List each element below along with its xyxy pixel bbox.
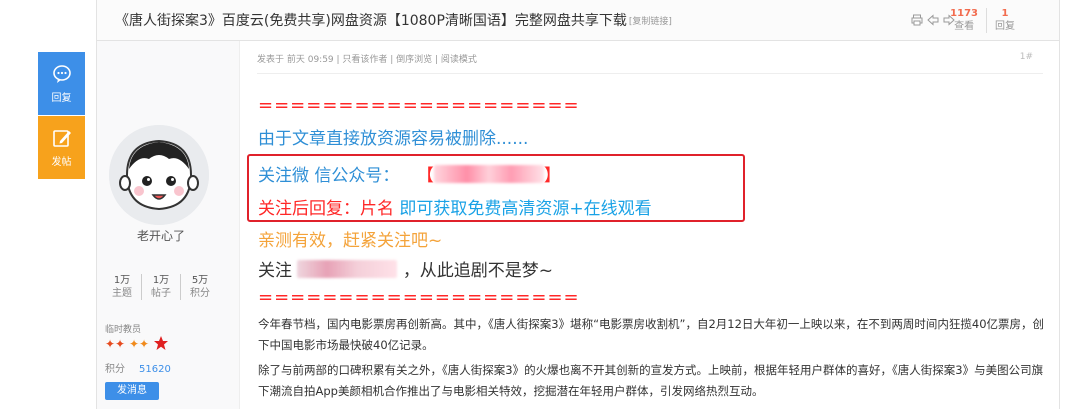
views-count: 1173: [950, 8, 978, 19]
replies-label: 回复: [995, 21, 1015, 32]
replies-stat: 1 回复: [986, 8, 1023, 33]
floor-number[interactable]: 1#: [1020, 52, 1033, 62]
copy-link-button[interactable]: [复制链接]: [629, 14, 672, 27]
post-meta[interactable]: 发表于 前天 09:59 | 只看该作者 | 倒序浏览 | 阅读模式: [257, 52, 477, 65]
separator-line: ====================: [258, 95, 580, 116]
new-post-float-label: 发帖: [51, 156, 72, 168]
author-stat-posts[interactable]: 1万 帖子: [141, 274, 180, 300]
thread-title: 《唐人街探案3》百度云(免费共享)网盘资源【1080P清晰国语】完整网盘共享下载: [115, 13, 627, 29]
reply-keyword-line: 关注后回复：片名 即可获取免费高清资源+在线观看: [258, 194, 652, 219]
views-label: 查看: [954, 21, 975, 32]
stat-value: 1万: [113, 275, 131, 286]
meta-divider: [257, 73, 1043, 74]
star-icon: [154, 336, 168, 350]
follow-line: 关注 ，从此追剧不是梦~: [258, 256, 553, 281]
views-stat: 1173 查看: [942, 8, 986, 33]
thread-stats: 1173 查看 1 回复: [942, 8, 1023, 33]
replies-count: 1: [1001, 8, 1009, 19]
author-panel: 老开心了 1万 主题 1万 帖子 5万 积分 临时教员 ✦✦ ✦✦ 积分 516…: [97, 41, 240, 409]
article-paragraph: 今年春节档，国内电影票房再创新高。其中，《唐人街探案3》堪称“电影票房收割机”，…: [258, 317, 1045, 352]
medal-icon: ✦✦: [129, 337, 149, 351]
cartoon-face-icon: [109, 125, 209, 225]
wechat-prefix: 关注微 信公众号：: [258, 166, 400, 186]
blurred-account: [297, 260, 398, 278]
medal-icon: ✦✦: [105, 337, 125, 351]
reply-instruction: 关注后回复：片名: [258, 199, 394, 219]
avatar[interactable]: [109, 125, 209, 225]
edit-icon: [52, 129, 71, 147]
wechat-line: 关注微 信公众号： 【 】: [258, 161, 561, 186]
post-content: 发表于 前天 09:59 | 只看该作者 | 倒序浏览 | 阅读模式 1# ==…: [247, 41, 1057, 409]
post-container: 《唐人街探案3》百度云(免费共享)网盘资源【1080P清晰国语】完整网盘共享下载…: [96, 0, 1060, 409]
previous-thread-icon[interactable]: [927, 14, 939, 26]
stat-label: 积分: [190, 288, 210, 299]
points-value: 51620: [139, 364, 171, 375]
author-stat-points[interactable]: 5万 积分: [180, 274, 219, 300]
reply-float-button[interactable]: 回复: [38, 52, 85, 115]
bracket-open: 【: [416, 166, 434, 186]
author-stat-topics[interactable]: 1万 主题: [103, 274, 141, 300]
medal-row: ✦✦ ✦✦: [105, 335, 169, 351]
comment-icon: [52, 64, 71, 83]
bracket-close: 】: [543, 166, 561, 186]
reply-float-label: 回复: [51, 92, 72, 104]
new-post-float-button[interactable]: 发帖: [38, 116, 85, 179]
stat-value: 5万: [191, 275, 209, 286]
stat-label: 主题: [112, 288, 132, 299]
floating-action-bar: 回复 发帖: [38, 52, 85, 179]
notice-line: 由于文章直接放资源容易被删除......: [258, 129, 529, 149]
blurred-account: [433, 165, 544, 183]
encourage-line: 亲测有效，赶紧关注吧~: [258, 231, 443, 251]
points-row: 积分 51620: [105, 360, 171, 375]
points-label: 积分: [105, 364, 125, 375]
author-name[interactable]: 老开心了: [97, 227, 225, 244]
reply-benefit: 即可获取免费高清资源+在线观看: [399, 199, 652, 219]
svg-text:✦✦: ✦✦: [105, 337, 125, 351]
thread-header: 《唐人街探案3》百度云(免费共享)网盘资源【1080P清晰国语】完整网盘共享下载…: [97, 0, 1059, 41]
print-icon[interactable]: [911, 14, 923, 26]
svg-text:✦✦: ✦✦: [129, 337, 149, 351]
follow-prefix: 关注: [258, 261, 292, 281]
stat-value: 1万: [152, 275, 170, 286]
follow-suffix: ，从此追剧不是梦~: [402, 261, 554, 281]
separator-line: ====================: [258, 287, 580, 308]
author-stats: 1万 主题 1万 帖子 5万 积分: [97, 274, 225, 300]
send-message-button[interactable]: 发消息: [105, 382, 159, 400]
article-paragraph: 除了与前两部的口碑积累有关之外，《唐人街探案3》的火爆也离不开其创新的宣发方式。…: [258, 363, 1044, 398]
stat-label: 帖子: [151, 288, 171, 299]
user-rank: 临时教员: [105, 325, 142, 335]
